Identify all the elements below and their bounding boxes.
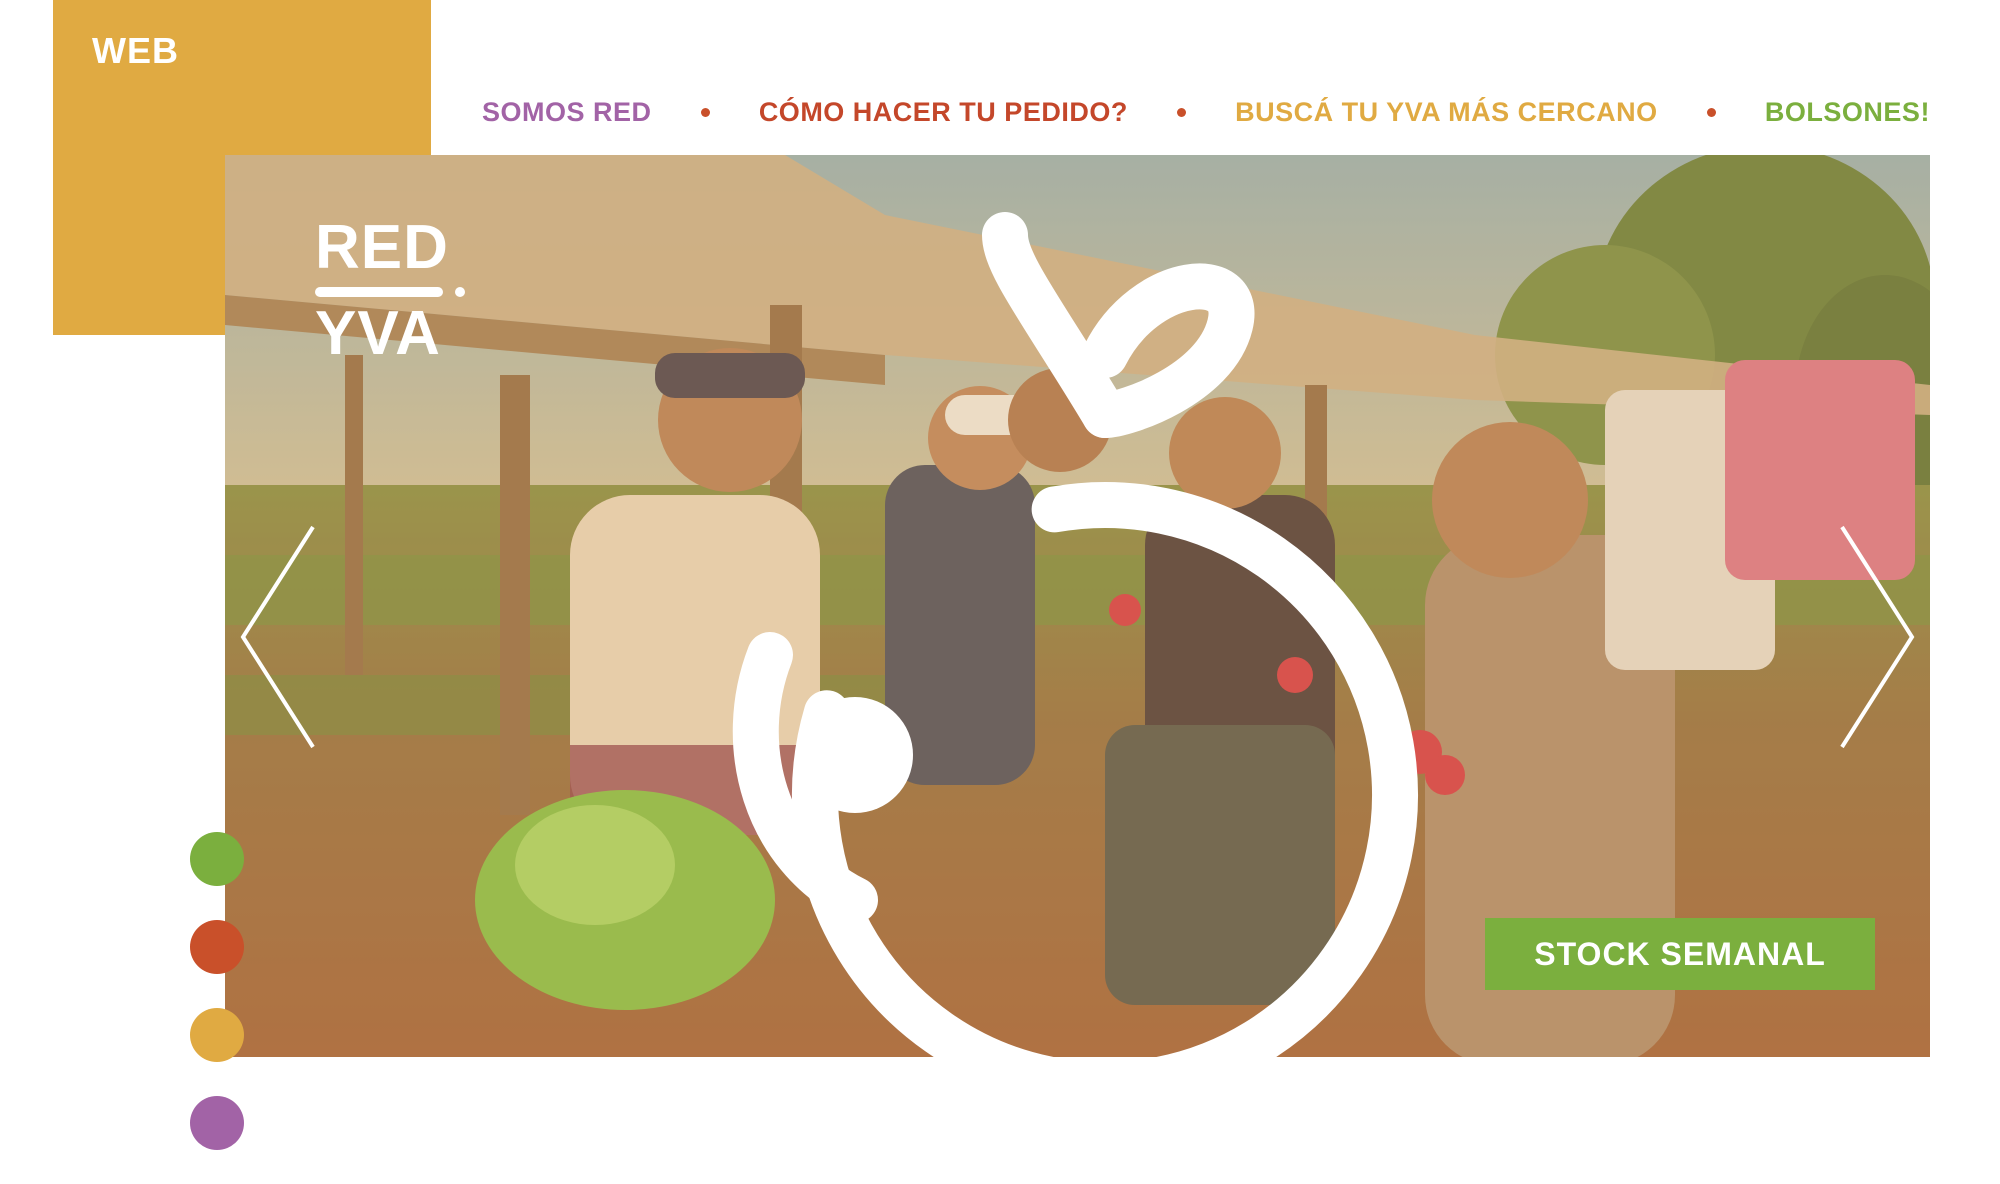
nav-separator xyxy=(1706,107,1716,117)
nav-link-busca-yva[interactable]: BUSCÁ TU YVA MÁS CERCANO xyxy=(1235,97,1658,128)
carousel-prev-icon[interactable] xyxy=(233,517,323,757)
carousel-indicator-4[interactable] xyxy=(190,1096,244,1150)
nav-link-bolsones[interactable]: BOLSONES! xyxy=(1765,97,1930,128)
nav-link-como-hacer-pedido[interactable]: CÓMO HACER TU PEDIDO? xyxy=(759,97,1128,128)
carousel-indicator-3[interactable] xyxy=(190,1008,244,1062)
main-nav: SOMOS RED CÓMO HACER TU PEDIDO? BUSCÁ TU… xyxy=(482,92,1930,132)
section-label: WEB xyxy=(92,30,179,71)
logo-divider xyxy=(315,287,465,297)
red-yva-logo: RED YVA xyxy=(315,217,475,365)
hero-carousel: RED YVA STOCK SEMANAL xyxy=(225,155,1930,1057)
carousel-indicators xyxy=(190,832,248,1184)
carousel-next-icon[interactable] xyxy=(1832,517,1922,757)
nav-link-somos-red[interactable]: SOMOS RED xyxy=(482,97,652,128)
logo-text-red: RED xyxy=(315,213,449,282)
carousel-indicator-2[interactable] xyxy=(190,920,244,974)
carousel-indicator-1[interactable] xyxy=(190,832,244,886)
logo-text-yva: YVA xyxy=(315,299,441,368)
nav-separator xyxy=(1176,107,1186,117)
nav-separator xyxy=(700,107,710,117)
stock-semanal-button[interactable]: STOCK SEMANAL xyxy=(1485,918,1875,990)
